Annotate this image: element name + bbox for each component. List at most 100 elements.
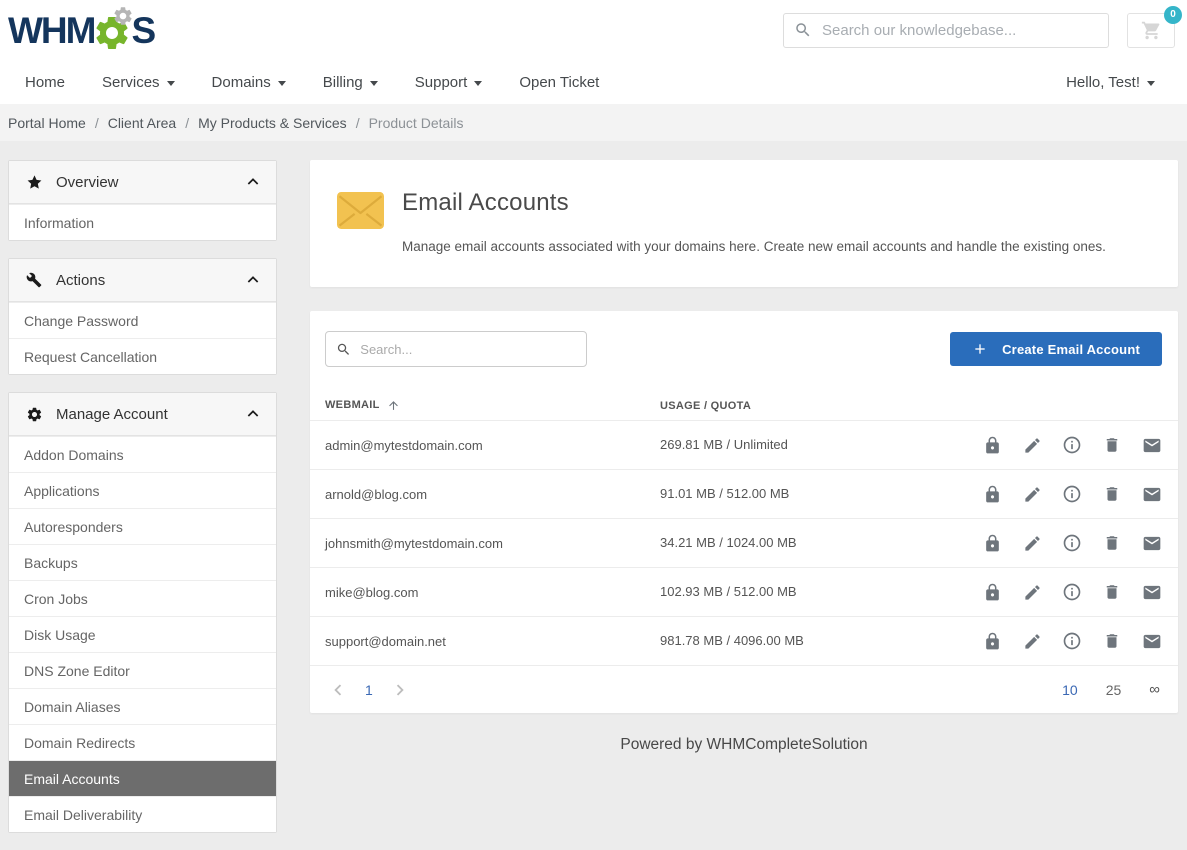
lock-icon[interactable] xyxy=(982,582,1002,602)
delete-icon[interactable] xyxy=(1102,484,1122,504)
table-search xyxy=(325,331,587,367)
sidebar-item-backups[interactable]: Backups xyxy=(9,544,276,580)
knowledgebase-search xyxy=(783,13,1109,48)
page-size-10[interactable]: 10 xyxy=(1062,682,1078,698)
sidebar-item-request-cancellation[interactable]: Request Cancellation xyxy=(9,338,276,374)
sidebar-panel-overview: Overview Information xyxy=(8,160,277,241)
logo-text-whm: WHM xyxy=(8,12,94,49)
table-pagination: 1 10 25 ∞ xyxy=(310,665,1178,713)
nav-item-services[interactable]: Services xyxy=(102,74,175,91)
page-size-25[interactable]: 25 xyxy=(1106,682,1122,698)
pagination-prev-button[interactable] xyxy=(325,677,351,703)
table-row: mike@blog.com 102.93 MB / 512.00 MB xyxy=(310,567,1178,616)
delete-icon[interactable] xyxy=(1102,533,1122,553)
sidebar: Overview Information Actions Change Pass… xyxy=(8,160,277,850)
plus-icon xyxy=(972,341,988,357)
sidebar-item-email-deliverability[interactable]: Email Deliverability xyxy=(9,796,276,832)
sidebar-item-disk-usage[interactable]: Disk Usage xyxy=(9,616,276,652)
lock-icon[interactable] xyxy=(982,435,1002,455)
caret-down-icon xyxy=(1147,81,1155,86)
table-row: admin@mytestdomain.com 269.81 MB / Unlim… xyxy=(310,420,1178,469)
create-email-account-button[interactable]: Create Email Account xyxy=(950,332,1162,366)
chevron-left-icon xyxy=(327,679,349,701)
sidebar-item-domain-aliases[interactable]: Domain Aliases xyxy=(9,688,276,724)
sidebar-item-email-accounts[interactable]: Email Accounts xyxy=(9,760,276,796)
pagination-page-1[interactable]: 1 xyxy=(365,682,373,698)
edit-icon[interactable] xyxy=(1022,582,1042,602)
star-icon xyxy=(26,174,43,191)
sort-ascending-icon[interactable] xyxy=(387,399,400,412)
lock-icon[interactable] xyxy=(982,484,1002,504)
caret-down-icon xyxy=(370,81,378,86)
edit-icon[interactable] xyxy=(1022,631,1042,651)
lock-icon[interactable] xyxy=(982,533,1002,553)
info-icon[interactable] xyxy=(1062,484,1082,504)
breadcrumb-my-products[interactable]: My Products & Services xyxy=(198,115,347,131)
email-icon[interactable] xyxy=(1142,631,1162,651)
edit-icon[interactable] xyxy=(1022,435,1042,455)
page-size-all[interactable]: ∞ xyxy=(1149,681,1160,698)
nav-item-domains[interactable]: Domains xyxy=(212,74,286,91)
table-row: arnold@blog.com 91.01 MB / 512.00 MB xyxy=(310,469,1178,518)
panel-header-overview[interactable]: Overview xyxy=(9,161,276,204)
edit-icon[interactable] xyxy=(1022,533,1042,553)
sidebar-item-domain-redirects[interactable]: Domain Redirects xyxy=(9,724,276,760)
breadcrumb-product-details: Product Details xyxy=(369,115,464,131)
breadcrumb-separator: / xyxy=(356,115,360,131)
info-icon[interactable] xyxy=(1062,435,1082,455)
user-menu[interactable]: Hello, Test! xyxy=(1066,74,1155,91)
nav-item-billing[interactable]: Billing xyxy=(323,74,378,91)
envelope-icon xyxy=(337,192,384,257)
powered-by-text: Powered by WHMCompleteSolution xyxy=(310,713,1178,784)
table-search-input[interactable] xyxy=(360,342,576,357)
knowledgebase-search-input[interactable] xyxy=(822,22,1098,39)
lock-icon[interactable] xyxy=(982,631,1002,651)
whmcs-logo[interactable]: WHM S xyxy=(8,7,154,53)
email-accounts-table-card: Create Email Account WEBMAIL USAGE / QUO… xyxy=(310,311,1178,713)
column-header-usage-quota[interactable]: USAGE / QUOTA xyxy=(660,400,751,412)
panel-header-actions[interactable]: Actions xyxy=(9,259,276,302)
sidebar-item-autoresponders[interactable]: Autoresponders xyxy=(9,508,276,544)
cart-button[interactable]: 0 xyxy=(1127,13,1175,48)
sidebar-item-cron-jobs[interactable]: Cron Jobs xyxy=(9,580,276,616)
gear-icon-gray xyxy=(112,5,134,27)
delete-icon[interactable] xyxy=(1102,631,1122,651)
edit-icon[interactable] xyxy=(1022,484,1042,504)
info-icon[interactable] xyxy=(1062,582,1082,602)
sidebar-item-change-password[interactable]: Change Password xyxy=(9,302,276,338)
sidebar-panel-manage-account: Manage Account Addon Domains Application… xyxy=(8,392,277,833)
panel-header-manage-account[interactable]: Manage Account xyxy=(9,393,276,436)
main-nav: Home Services Domains Billing Support Op… xyxy=(0,60,1187,104)
email-icon[interactable] xyxy=(1142,533,1162,553)
top-header: WHM S 0 Home Services Domains Billing Su… xyxy=(0,0,1187,104)
email-icon[interactable] xyxy=(1142,582,1162,602)
caret-down-icon xyxy=(167,81,175,86)
info-icon[interactable] xyxy=(1062,533,1082,553)
column-header-webmail[interactable]: WEBMAIL xyxy=(325,399,380,411)
sidebar-item-addon-domains[interactable]: Addon Domains xyxy=(9,436,276,472)
chevron-up-icon xyxy=(245,406,261,422)
sidebar-item-applications[interactable]: Applications xyxy=(9,472,276,508)
table-row: johnsmith@mytestdomain.com 34.21 MB / 10… xyxy=(310,518,1178,567)
delete-icon[interactable] xyxy=(1102,582,1122,602)
info-icon[interactable] xyxy=(1062,631,1082,651)
page-title: Email Accounts xyxy=(402,189,1106,217)
breadcrumb-portal-home[interactable]: Portal Home xyxy=(8,115,86,131)
table-header-row: WEBMAIL USAGE / QUOTA xyxy=(310,390,1178,420)
sidebar-item-dns-zone-editor[interactable]: DNS Zone Editor xyxy=(9,652,276,688)
delete-icon[interactable] xyxy=(1102,435,1122,455)
nav-item-open-ticket[interactable]: Open Ticket xyxy=(519,74,599,91)
nav-item-support[interactable]: Support xyxy=(415,74,483,91)
chevron-right-icon xyxy=(389,679,411,701)
sidebar-item-information[interactable]: Information xyxy=(9,204,276,240)
webmail-address: mike@blog.com xyxy=(325,585,418,600)
nav-item-home[interactable]: Home xyxy=(25,74,65,91)
email-icon[interactable] xyxy=(1142,484,1162,504)
breadcrumb-separator: / xyxy=(185,115,189,131)
breadcrumb-client-area[interactable]: Client Area xyxy=(108,115,176,131)
pagination-next-button[interactable] xyxy=(387,677,413,703)
email-icon[interactable] xyxy=(1142,435,1162,455)
chevron-up-icon xyxy=(245,272,261,288)
usage-quota-value: 91.01 MB / 512.00 MB xyxy=(660,486,789,501)
usage-quota-value: 981.78 MB / 4096.00 MB xyxy=(660,633,804,648)
